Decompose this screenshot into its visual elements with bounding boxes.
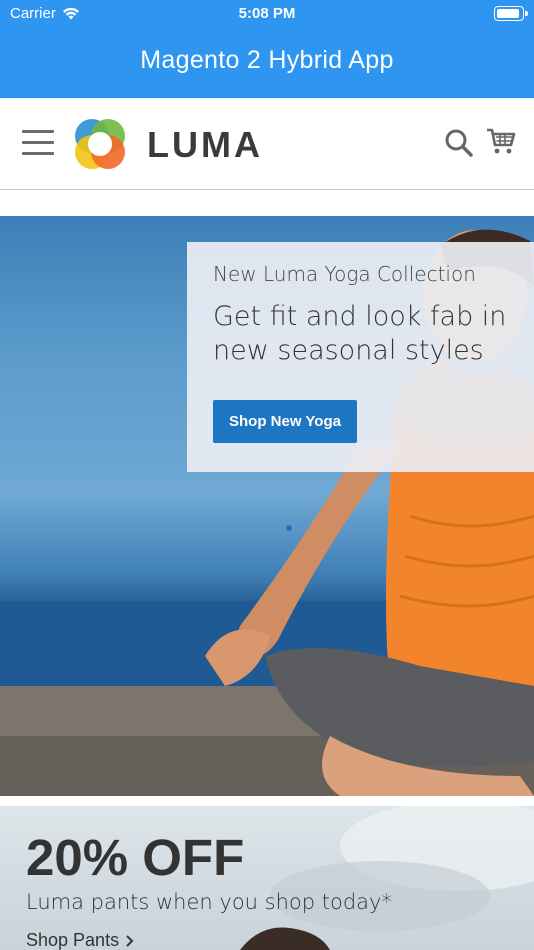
battery-icon [494,6,528,21]
cart-icon[interactable] [486,126,516,156]
store-header: LUMA [0,98,534,190]
pants-promo-banner[interactable]: 20% OFF Luma pants when you shop today* … [0,806,534,950]
shop-pants-label: Shop Pants [26,930,120,950]
status-bar: Carrier 5:08 PM [0,0,534,30]
luma-logo-icon[interactable] [71,115,129,173]
shop-new-yoga-button[interactable]: Shop New Yoga [213,400,357,443]
pants-promo-subtitle: Luma pants when you shop today* [26,890,392,914]
clock: 5:08 PM [238,5,296,22]
hero-eyebrow: New Luma Yoga Collection [213,262,476,286]
hero-promo-card: New Luma Yoga Collection Get fit and loo… [187,242,534,472]
app-title: Magento 2 Hybrid App [140,46,394,74]
brand-name: LUMA [147,124,263,165]
hero-banner[interactable]: New Luma Yoga Collection Get fit and loo… [0,216,534,796]
chevron-right-icon [126,934,134,947]
hero-headline: Get fit and look fab in new seasonal sty… [213,301,507,366]
shop-pants-link[interactable]: Shop Pants [26,930,135,950]
pants-promo-title: 20% OFF [26,829,245,886]
menu-icon[interactable] [22,130,54,156]
search-icon[interactable] [444,128,474,158]
